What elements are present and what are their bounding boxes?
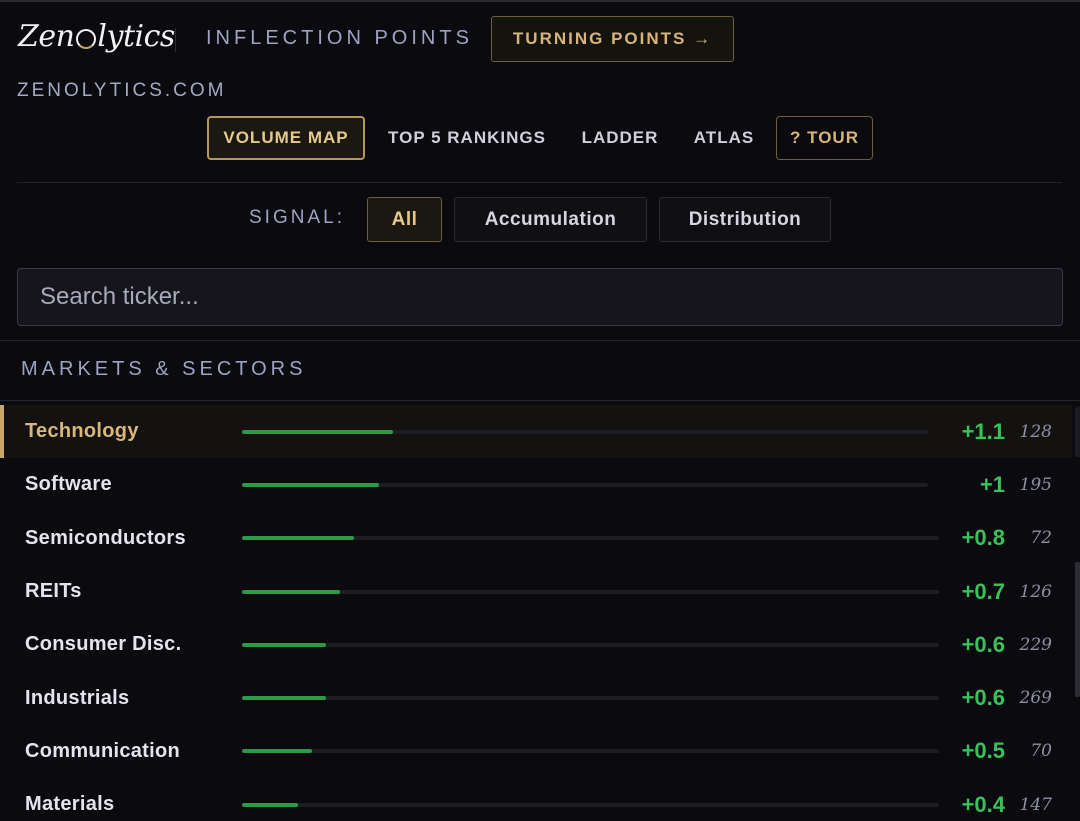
app-subtitle: INFLECTION POINTS bbox=[206, 27, 473, 49]
sector-bar-track bbox=[242, 696, 939, 701]
sector-bar-track bbox=[242, 749, 939, 754]
zenolytics-logo[interactable]: Zen lytics bbox=[18, 16, 175, 56]
sector-row[interactable]: REITs +0.7 126 bbox=[0, 565, 1072, 618]
sector-bar-track bbox=[242, 802, 939, 807]
search-input[interactable] bbox=[40, 283, 1062, 311]
sector-row[interactable]: Communication +0.5 70 bbox=[0, 725, 1072, 778]
sector-name: Materials bbox=[25, 793, 115, 816]
tab-volume-map[interactable]: VOLUME MAP bbox=[207, 116, 365, 160]
search-divider bbox=[0, 340, 1080, 341]
tab-top5-rankings[interactable]: TOP 5 RANKINGS bbox=[380, 116, 554, 160]
sector-name: Technology bbox=[25, 420, 139, 443]
sector-name: Software bbox=[25, 473, 112, 496]
sector-count: 128 bbox=[1019, 421, 1052, 442]
sector-count: 72 bbox=[1030, 528, 1052, 549]
site-url: ZENOLYTICS.COM bbox=[17, 80, 227, 101]
sector-bar-track bbox=[242, 642, 939, 647]
signal-label: SIGNAL: bbox=[249, 207, 345, 228]
sector-name: REITs bbox=[25, 580, 82, 603]
sector-bar-fill bbox=[242, 802, 298, 807]
tour-button[interactable]: ? TOUR bbox=[776, 116, 873, 160]
tab-ladder[interactable]: LADDER bbox=[574, 116, 666, 160]
sector-name: Consumer Disc. bbox=[25, 633, 182, 656]
sector-count: 70 bbox=[1030, 741, 1052, 762]
sector-count: 147 bbox=[1019, 794, 1052, 815]
sector-bar-track bbox=[242, 429, 928, 434]
logo-text-right: lytics bbox=[97, 18, 175, 54]
sector-bar-fill bbox=[242, 642, 326, 647]
logo-ring-icon bbox=[76, 29, 97, 49]
header: Zen lytics INFLECTION POINTS TURNING POIN… bbox=[0, 2, 1080, 101]
sector-bar-fill bbox=[242, 589, 340, 594]
sector-count: 126 bbox=[1019, 581, 1052, 602]
signal-distribution-button[interactable]: Distribution bbox=[659, 197, 831, 242]
sector-bar-fill bbox=[242, 536, 354, 541]
main-nav: VOLUME MAP TOP 5 RANKINGS LADDER ATLAS ?… bbox=[0, 116, 1080, 162]
tab-atlas[interactable]: ATLAS bbox=[685, 116, 763, 160]
turning-points-button[interactable]: TURNING POINTS → bbox=[491, 16, 734, 62]
sector-name: Industrials bbox=[25, 686, 130, 709]
sector-bar-track bbox=[242, 589, 939, 594]
logo-text-left: Zen bbox=[18, 18, 75, 54]
sector-row[interactable]: Software +1 195 bbox=[0, 458, 1072, 511]
sector-name: Communication bbox=[25, 739, 181, 762]
sector-row[interactable]: Materials +0.4 147 bbox=[0, 778, 1072, 821]
signal-all-button[interactable]: All bbox=[367, 197, 442, 242]
sector-list: Technology +1.1 128 Software +1 195 Semiconduc… bbox=[0, 405, 1080, 821]
nav-divider bbox=[17, 182, 1062, 183]
sector-row[interactable]: Industrials +0.6 269 bbox=[0, 671, 1072, 724]
sector-bar-fill bbox=[242, 482, 379, 487]
signal-accumulation-button[interactable]: Accumulation bbox=[454, 197, 647, 242]
header-divider bbox=[175, 28, 176, 52]
sector-row[interactable]: Semiconductors +0.8 72 bbox=[0, 512, 1072, 565]
search-box bbox=[17, 268, 1063, 326]
sector-count: 195 bbox=[1019, 474, 1052, 495]
app-page: Zen lytics INFLECTION POINTS TURNING POIN… bbox=[0, 0, 1080, 821]
sector-bar-track bbox=[242, 536, 939, 541]
sector-bar-track bbox=[242, 482, 928, 487]
sector-name: Semiconductors bbox=[25, 526, 186, 549]
sector-bar-fill bbox=[242, 429, 393, 434]
sector-bar-fill bbox=[242, 749, 312, 754]
section-divider bbox=[0, 400, 1080, 401]
sector-bar-fill bbox=[242, 696, 326, 701]
sector-count: 269 bbox=[1019, 688, 1052, 709]
sector-row[interactable]: Consumer Disc. +0.6 229 bbox=[0, 618, 1072, 671]
sector-count: 229 bbox=[1019, 634, 1052, 655]
section-title: MARKETS & SECTORS bbox=[21, 358, 307, 380]
sector-row[interactable]: Technology +1.1 128 bbox=[0, 405, 1072, 459]
